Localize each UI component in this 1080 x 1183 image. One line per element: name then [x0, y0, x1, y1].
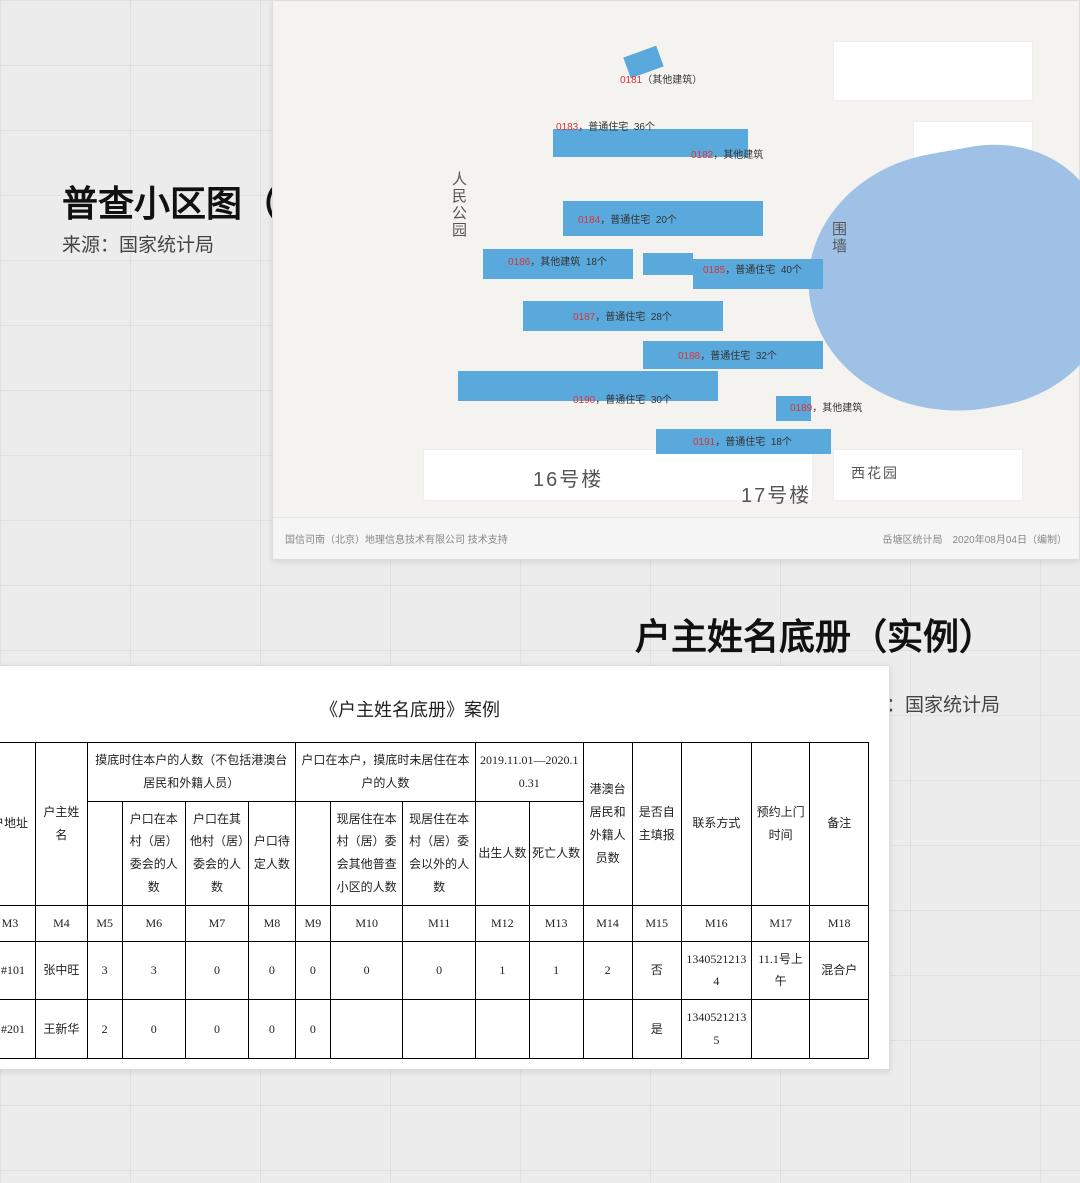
code-M12: M12	[475, 905, 529, 941]
cell-m5: 3	[87, 941, 122, 1000]
section2-title: 户主姓名底册（实例）	[635, 608, 995, 660]
col-m12: 出生人数	[475, 801, 529, 905]
cell-m17	[751, 1000, 809, 1059]
cell-m6: 3	[122, 941, 185, 1000]
cell-m12	[475, 1000, 529, 1059]
code-M3: M3	[0, 905, 36, 941]
col-group-c: 2019.11.01—2020.10.31	[475, 743, 583, 802]
code-M16: M16	[681, 905, 751, 941]
col-group-a: 摸底时住本户的人数（不包括港澳台居民和外籍人员）	[87, 743, 295, 802]
bldg-0185: 0185，普通住宅 40个	[703, 261, 802, 276]
cell-m16: 13405212135	[681, 1000, 751, 1059]
cell-m18	[810, 1000, 869, 1059]
code-M5: M5	[87, 905, 122, 941]
col-m16: 联系方式	[681, 743, 751, 906]
b16-label: 16号楼	[533, 463, 603, 492]
table-row: 21#201王新华20000是13405212135	[0, 1000, 869, 1059]
col-m6: 户口在本村（居）委会的人数	[122, 801, 185, 905]
code-M4: M4	[36, 905, 87, 941]
col-m8: 户口待定人数	[249, 801, 296, 905]
col-m5	[87, 801, 122, 905]
lake	[789, 127, 1080, 435]
bldg-0187: 0187，普通住宅 28个	[573, 308, 672, 323]
code-M15: M15	[632, 905, 681, 941]
col-m7: 户口在其他村（居）委会的人数	[185, 801, 248, 905]
bldg-0181: 0181（其他建筑）	[620, 71, 702, 86]
cell-m13: 1	[529, 941, 583, 1000]
cell-m7: 0	[185, 941, 248, 1000]
col-m17: 预约上门时间	[751, 743, 809, 906]
code-M18: M18	[810, 905, 869, 941]
cell-m9: 0	[295, 941, 330, 1000]
code-M7: M7	[185, 905, 248, 941]
table-row: 11#101张中旺3300000112否1340521213411.1号上午混合…	[0, 941, 869, 1000]
cell-m11	[403, 1000, 476, 1059]
col-m18: 备注	[810, 743, 869, 906]
cell-m12: 1	[475, 941, 529, 1000]
cell-m17: 11.1号上午	[751, 941, 809, 1000]
table-body: 11#101张中旺3300000112否1340521213411.1号上午混合…	[0, 941, 869, 1058]
cell-m14	[583, 1000, 632, 1059]
bldg-0184: 0184，普通住宅 20个	[578, 211, 677, 226]
cell-m3: 1#201	[0, 1000, 36, 1059]
map-footer-right: 岳塘区统计局 2020年08月04日（编制）	[883, 531, 1068, 546]
col-m4: 户主姓名	[36, 743, 87, 906]
col-m9	[295, 801, 330, 905]
cell-m9: 0	[295, 1000, 330, 1059]
code-M6: M6	[122, 905, 185, 941]
cell-m8: 0	[249, 941, 296, 1000]
wall-label: 围墙	[828, 221, 849, 255]
park-label: 人民公园	[448, 171, 469, 239]
code-M11: M11	[403, 905, 476, 941]
col-group-b: 户口在本户，摸底时未居住在本户的人数	[295, 743, 475, 802]
cell-m15: 是	[632, 1000, 681, 1059]
cell-m11: 0	[403, 941, 476, 1000]
codes-row: M2M3M4M5M6M7M8M9M10M11M12M13M14M15M16M17…	[0, 905, 869, 941]
cell-m18: 混合户	[810, 941, 869, 1000]
bldg-0183: 0183，普通住宅 36个	[556, 118, 655, 133]
cell-m3: 1#101	[0, 941, 36, 1000]
cell-m7: 0	[185, 1000, 248, 1059]
cell-m5: 2	[87, 1000, 122, 1059]
code-M9: M9	[295, 905, 330, 941]
register-table: 住房单元号 户地址 户主姓名 摸底时住本户的人数（不包括港澳台居民和外籍人员） …	[0, 742, 869, 1059]
cell-m8: 0	[249, 1000, 296, 1059]
cell-m10	[330, 1000, 403, 1059]
cell-m14: 2	[583, 941, 632, 1000]
bldg-0186: 0186，其他建筑 18个	[508, 253, 607, 268]
garden-label: 西花园	[851, 463, 899, 483]
map-image: 0181（其他建筑） 0183，普通住宅 36个 0182，其他建筑 0184，…	[272, 0, 1080, 560]
col-m10: 现居住在本村（居）委会其他普查小区的人数	[330, 801, 403, 905]
col-m13: 死亡人数	[529, 801, 583, 905]
section1-source: 来源：国家统计局	[62, 230, 214, 257]
code-M17: M17	[751, 905, 809, 941]
bldg-0191: 0191，普通住宅 18个	[693, 433, 792, 448]
col-m15: 是否自主填报	[632, 743, 681, 906]
code-M13: M13	[529, 905, 583, 941]
b17-label: 17号楼	[741, 479, 811, 508]
map-footer-left: 国信司南（北京）地理信息技术有限公司 技术支持	[285, 531, 508, 546]
col-m11: 现居住在本村（居）委会以外的人数	[403, 801, 476, 905]
code-M8: M8	[249, 905, 296, 941]
col-m14: 港澳台居民和外籍人员数	[583, 743, 632, 906]
map-footer: 国信司南（北京）地理信息技术有限公司 技术支持 岳塘区统计局 2020年08月0…	[273, 517, 1079, 559]
cell-m13	[529, 1000, 583, 1059]
code-M10: M10	[330, 905, 403, 941]
cell-m15: 否	[632, 941, 681, 1000]
cell-m4: 张中旺	[36, 941, 87, 1000]
map-canvas: 0181（其他建筑） 0183，普通住宅 36个 0182，其他建筑 0184，…	[273, 1, 1079, 517]
table-doc-title: 《户主姓名底册》案例	[0, 696, 869, 722]
cell-m10: 0	[330, 941, 403, 1000]
cell-m4: 王新华	[36, 1000, 87, 1059]
bldg-0189: 0189，其他建筑	[790, 399, 862, 414]
code-M14: M14	[583, 905, 632, 941]
col-m3: 户地址	[0, 743, 36, 906]
bldg-0188: 0188，普通住宅 32个	[678, 347, 777, 362]
cell-m16: 13405212134	[681, 941, 751, 1000]
cell-m6: 0	[122, 1000, 185, 1059]
bldg-0190: 0190，普通住宅 30个	[573, 391, 672, 406]
table-image: 《户主姓名底册》案例 住房单元号 户地址 户主姓名 摸底时住本户的人数（不包括港…	[0, 665, 890, 1070]
bldg-0182: 0182，其他建筑	[691, 146, 763, 161]
